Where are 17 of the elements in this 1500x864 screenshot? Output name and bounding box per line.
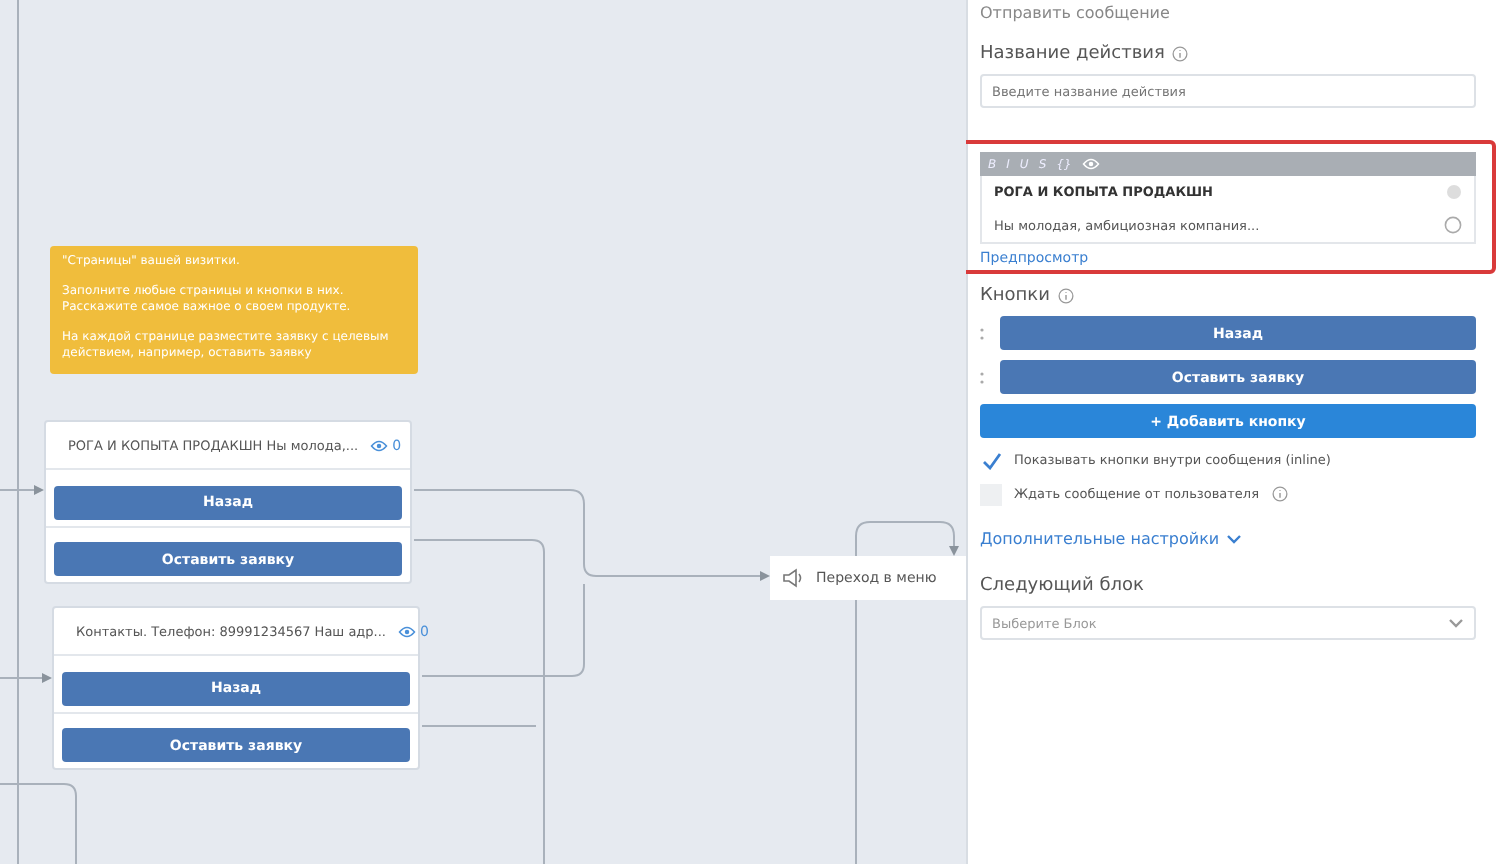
eye-icon: [370, 439, 389, 451]
drag-handle-icon[interactable]: [980, 371, 984, 383]
eye-icon: [398, 625, 416, 637]
chevron-down-icon: [1448, 618, 1464, 628]
drag-handle-icon[interactable]: [980, 327, 984, 339]
field-label: Название действия: [980, 44, 1165, 64]
info-icon: [1271, 486, 1287, 502]
field-label: Кнопки: [980, 286, 1050, 306]
field-label: Следующий блок: [980, 576, 1144, 596]
chevron-down-icon: [1225, 534, 1242, 544]
info-icon: [1172, 46, 1189, 62]
speaker-icon: [782, 568, 804, 588]
checkbox[interactable]: [980, 449, 1002, 471]
advanced-settings-link[interactable]: Дополнительные настройки: [980, 530, 1476, 548]
eye-icon: [1081, 158, 1100, 170]
info-icon: [1057, 288, 1074, 304]
panel-title: Отправить сообщение: [980, 4, 1172, 22]
